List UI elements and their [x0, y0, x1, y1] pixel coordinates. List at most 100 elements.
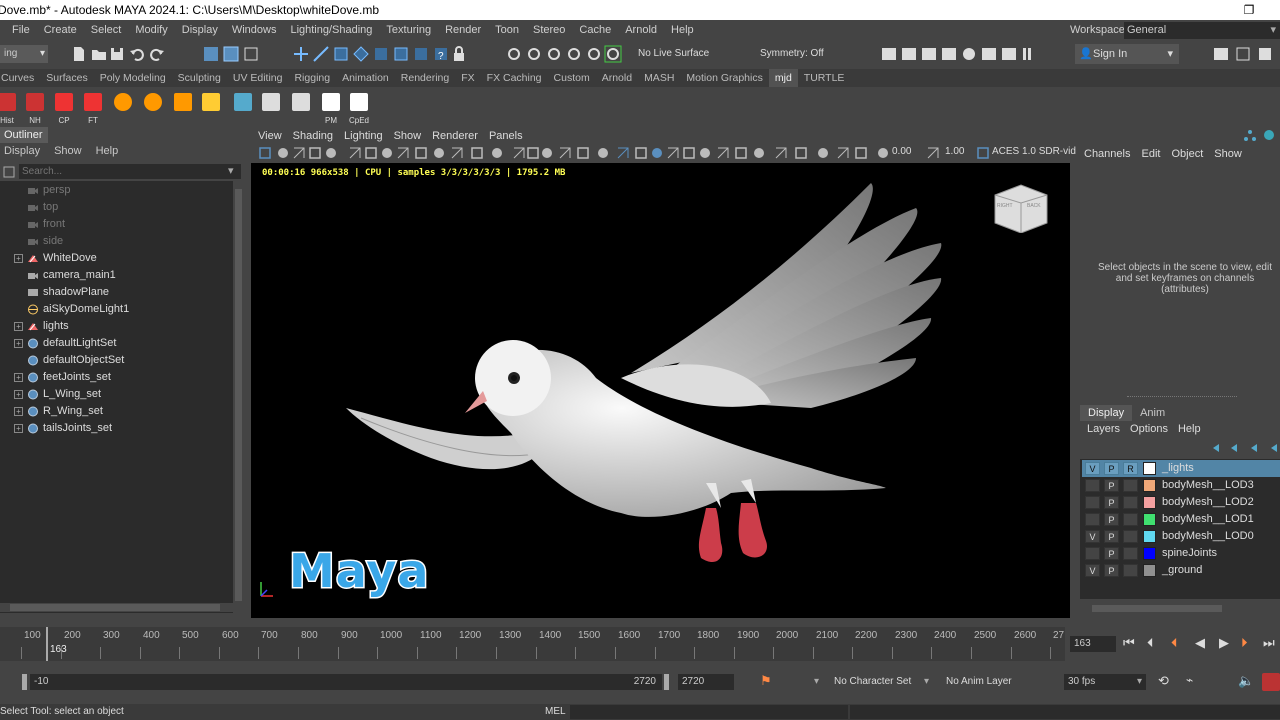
viewport-tool-icon[interactable] [490, 146, 504, 160]
go-to-end-icon[interactable]: ⏭ [1263, 635, 1275, 651]
viewport-tool-icon[interactable] [470, 146, 484, 160]
colorspace-select[interactable]: ACES 1.0 SDR-vid [992, 146, 1076, 157]
viewport-tool-icon[interactable] [576, 146, 590, 160]
sound-icon[interactable]: 🔈 [1238, 673, 1254, 689]
live-surface-field[interactable]: No Live Surface [638, 45, 738, 63]
expand-icon[interactable]: + [14, 390, 23, 399]
shelf-tab-surfaces[interactable]: Surfaces [40, 69, 93, 87]
outliner-menu-display[interactable]: Display [4, 145, 40, 157]
cache-icon[interactable]: ⌁ [1186, 673, 1193, 687]
layer-r-toggle[interactable] [1123, 513, 1138, 526]
layer-r-toggle[interactable] [1123, 496, 1138, 509]
layer-color-swatch[interactable] [1143, 496, 1156, 509]
save-scene-icon[interactable] [108, 45, 126, 63]
divider[interactable] [1127, 396, 1237, 397]
viewport-tool-icon[interactable] [836, 146, 850, 160]
layer-v-toggle[interactable]: V [1085, 564, 1100, 577]
range-start-handle[interactable] [22, 674, 27, 690]
shelf-button[interactable] [258, 87, 284, 127]
outliner-scrollbar[interactable] [234, 181, 243, 613]
menu-texturing[interactable]: Texturing [379, 20, 438, 41]
list-item[interactable]: + tailsJoints_set [0, 420, 233, 437]
viewport-tool-icon[interactable] [276, 146, 290, 160]
viewport-menu-lighting[interactable]: Lighting [344, 130, 383, 142]
shelf-button[interactable] [230, 87, 256, 127]
viewport-tool-icon[interactable] [414, 146, 428, 160]
layer-p-toggle[interactable]: P [1104, 462, 1119, 475]
step-back-icon[interactable]: ⏴ [1147, 635, 1154, 651]
viewcube[interactable]: RIGHT BACK [993, 183, 1049, 234]
range-end-handle[interactable] [664, 674, 669, 690]
symmetry-select[interactable]: Symmetry: Off [760, 45, 840, 63]
channels-menu-edit[interactable]: Edit [1141, 148, 1160, 160]
list-item[interactable]: + defaultLightSet [0, 335, 233, 352]
magnet-live-icon[interactable] [585, 45, 603, 63]
viewport-tool-icon[interactable] [794, 146, 808, 160]
viewport-tool-icon[interactable] [512, 146, 526, 160]
current-frame-field[interactable]: 163 [1070, 636, 1116, 652]
channels-menu-show[interactable]: Show [1214, 148, 1242, 160]
layer-row[interactable]: V PbodyMesh__LOD0 [1082, 528, 1280, 545]
arnold-render-icon[interactable] [980, 45, 998, 63]
shelf-tab-poly-modeling[interactable]: Poly Modeling [94, 69, 172, 87]
layer-v-toggle[interactable] [1085, 547, 1100, 560]
viewport-tool-icon[interactable] [432, 146, 446, 160]
shelf-tab-turtle[interactable]: TURTLE [798, 69, 851, 87]
viewport-tool-icon[interactable] [876, 146, 890, 160]
expand-icon[interactable]: + [14, 407, 23, 416]
layers-menu-layers[interactable]: Layers [1087, 423, 1120, 435]
viewport-tool-icon[interactable] [364, 146, 378, 160]
shelf-tab-mjd[interactable]: mjd [768, 69, 798, 87]
magnet-curve-icon[interactable] [565, 45, 583, 63]
snap-vertex-icon[interactable] [392, 45, 410, 63]
layer-color-swatch[interactable] [1143, 513, 1156, 526]
help-icon[interactable]: ? [432, 45, 450, 63]
layer-row[interactable]: PspineJoints [1082, 545, 1280, 562]
menu-lighting-shading[interactable]: Lighting/Shading [283, 20, 379, 41]
viewport-tool-icon[interactable] [976, 146, 990, 160]
viewport-tool-icon[interactable] [348, 146, 362, 160]
chevron-down-icon[interactable]: ▾ [228, 164, 234, 177]
layer-color-swatch[interactable] [1143, 547, 1156, 560]
layer-color-swatch[interactable] [1143, 530, 1156, 543]
viewport-tool-icon[interactable] [634, 146, 648, 160]
layer-p-toggle[interactable]: P [1104, 513, 1119, 526]
select-object-icon[interactable] [222, 45, 240, 63]
shelf-button[interactable] [170, 87, 196, 127]
layer-r-toggle[interactable] [1123, 547, 1138, 560]
outliner-menu-show[interactable]: Show [54, 145, 82, 157]
viewport-tool-icon[interactable] [324, 146, 338, 160]
shelf-tab-rendering[interactable]: Rendering [395, 69, 455, 87]
anim-layer-select[interactable]: ▾ No Anim Layer [922, 674, 1012, 690]
viewport-tool-icon[interactable] [698, 146, 712, 160]
viewport-tool-icon[interactable] [734, 146, 748, 160]
viewport-menu-view[interactable]: View [258, 130, 282, 142]
play-backward-icon[interactable]: ◀ [1195, 635, 1205, 651]
shelf-tab-uv-editing[interactable]: UV Editing [227, 69, 289, 87]
viewport-tool-icon[interactable] [774, 146, 788, 160]
menu-create[interactable]: Create [37, 20, 84, 41]
list-item[interactable]: + WhiteDove [0, 250, 233, 267]
outliner-tab[interactable]: Outliner [0, 127, 48, 143]
snap-pivot-icon[interactable] [412, 45, 430, 63]
tab-anim[interactable]: Anim [1132, 405, 1173, 421]
render-frame-icon[interactable] [900, 45, 918, 63]
loop-icon[interactable]: ⟲ [1158, 673, 1169, 689]
gamma-field[interactable]: 1.00 [945, 146, 964, 157]
layer-p-toggle[interactable]: P [1104, 496, 1119, 509]
shelf-button[interactable] [288, 87, 314, 127]
step-back-key-icon[interactable]: ⏴ [1171, 635, 1178, 651]
layer-v-toggle[interactable] [1085, 496, 1100, 509]
lock-icon[interactable] [450, 45, 468, 63]
viewport-tool-icon[interactable] [716, 146, 730, 160]
tab-display[interactable]: Display [1080, 405, 1133, 421]
sign-in-button[interactable]: 👤 Sign In ▾ [1075, 44, 1179, 64]
shelf-button[interactable] [140, 87, 166, 127]
outliner-hscrollbar[interactable] [0, 603, 242, 612]
snap-point-icon[interactable] [332, 45, 350, 63]
ipr-render-icon[interactable] [920, 45, 938, 63]
menu-file[interactable]: File [5, 20, 37, 41]
shelf-button[interactable]: CpEd [346, 87, 372, 127]
layer-row[interactable]: V P R _lights [1082, 460, 1280, 477]
filter-icon[interactable] [3, 166, 15, 178]
